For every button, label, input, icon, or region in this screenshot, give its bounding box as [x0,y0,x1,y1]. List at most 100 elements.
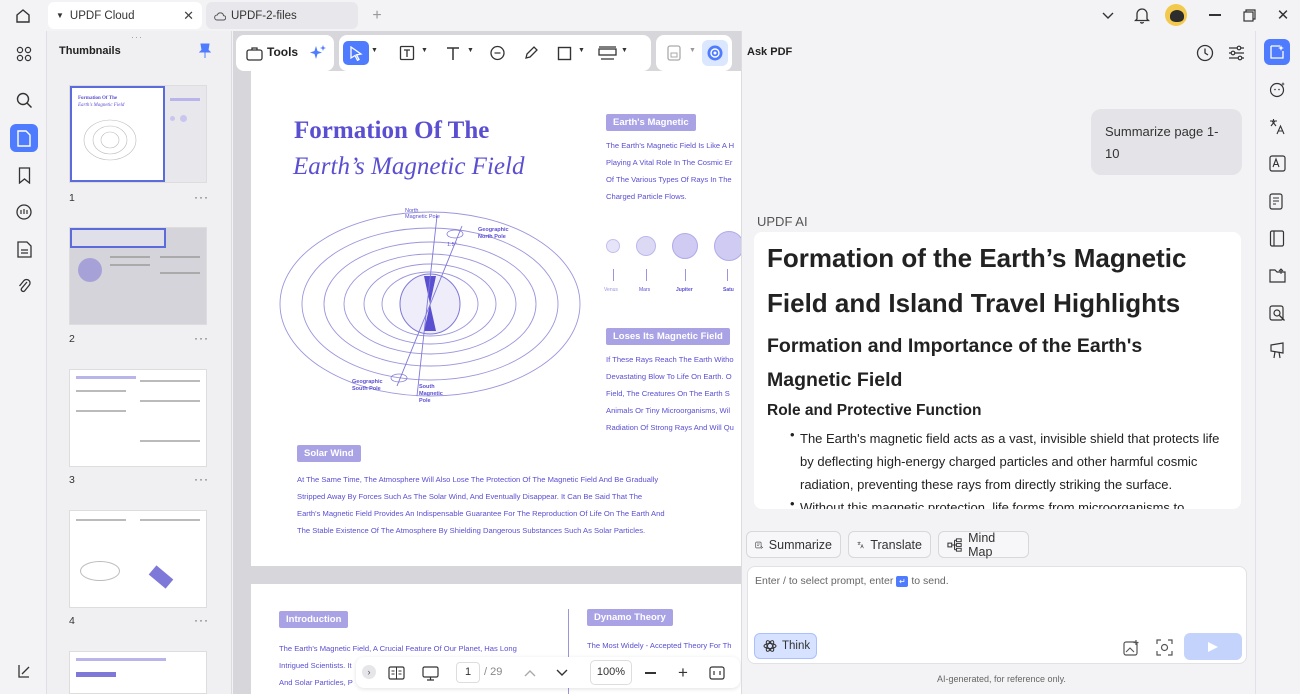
minimize-icon[interactable] [1206,6,1224,24]
translate-icon[interactable] [1264,113,1290,139]
chevron-down-icon[interactable]: ▼ [421,47,428,54]
chevron-down-icon[interactable]: ▼ [578,47,585,54]
book-icon[interactable] [1264,225,1290,251]
thumbnail-page-2[interactable] [69,227,207,325]
page-subtitle: Earth’s Magnetic Field [293,153,525,180]
prompt-input[interactable]: Enter / to select prompt, enter ↵ to sen… [747,566,1247,664]
grid-icon[interactable] [13,43,35,65]
search-icon[interactable] [13,89,35,111]
attachment-icon[interactable] [13,275,35,297]
image-upload-icon[interactable] [1121,637,1141,657]
chevron-down-icon[interactable]: ▼ [621,47,628,54]
stamp-tool-icon[interactable] [596,43,618,63]
chevron-down-icon[interactable]: ▼ [467,47,474,54]
pen-tool-icon[interactable] [521,43,541,63]
thumbnail-page-5[interactable] [69,651,207,694]
drag-handle[interactable]: ··· [131,32,143,42]
dynamo-text: The Most Widely - Accepted Theory For Th [587,641,732,650]
input-placeholder: Enter / to select prompt, enter ↵ to sen… [755,575,949,587]
pin-icon[interactable] [197,43,213,59]
present-icon[interactable] [1264,337,1290,363]
thumbnails-icon[interactable] [10,124,38,152]
close-icon[interactable]: ✕ [183,8,194,24]
zoom-out-icon[interactable] [640,663,660,683]
planet-label: Venus [604,287,618,293]
fit-page-icon[interactable] [707,663,727,683]
avatar[interactable] [1165,4,1187,26]
chevron-down-icon[interactable]: ▼ [689,47,696,54]
presentation-icon[interactable] [420,663,440,683]
send-icon [1208,641,1218,652]
save-icon[interactable] [664,43,684,63]
restore-icon[interactable] [1240,6,1258,24]
ai-label: UPDF AI [757,214,808,229]
title-bar: ▼ UPDF Cloud ✕ UPDF-2-files + ✕ [0,0,1300,31]
thumbnail-page-1[interactable]: Formation Of The Earth's Magnetic Field [69,85,207,183]
thumbnail-page-4[interactable] [69,510,207,608]
earth-magnetic-text: The Earth's Magnetic Field Is Like A H P… [606,141,735,201]
chevron-down-icon[interactable]: ▼ [371,47,378,54]
ocr-icon[interactable] [1264,150,1290,176]
ask-pdf-icon[interactable] [1264,39,1290,65]
section-pill: Loses Its Magnetic Field [606,328,730,345]
chevron-down-icon[interactable] [552,663,572,683]
bullet-dot: • [790,496,795,509]
thumbnail-page-3[interactable] [69,369,207,467]
text-tool-icon[interactable] [443,43,463,63]
chevron-down-icon[interactable]: ▼ [56,11,64,20]
bookmark-icon[interactable] [13,164,35,186]
history-icon[interactable] [1194,42,1216,64]
panel-title: Ask PDF [747,46,793,58]
layers-icon[interactable] [13,660,35,682]
think-button[interactable]: Think [754,633,817,659]
screenshot-icon[interactable] [1154,637,1174,657]
more-icon[interactable]: ··· [194,613,209,627]
send-button[interactable] [1184,633,1242,660]
comment-icon[interactable] [13,201,35,223]
summarize-icon [755,541,763,549]
close-icon[interactable]: ✕ [1274,6,1292,24]
zoom-in-icon[interactable]: + [673,663,693,683]
page-input[interactable]: 1 [456,662,480,683]
home-icon[interactable] [12,5,34,27]
ai-sparkle-icon[interactable] [308,43,328,63]
section-pill: Solar Wind [297,445,361,462]
form-icon[interactable] [13,238,35,260]
textbox-tool-icon[interactable] [397,43,417,63]
translate-button[interactable]: Translate [848,531,931,558]
new-tab-icon[interactable]: + [368,7,386,25]
chevron-down-icon[interactable] [1098,6,1118,26]
toolbox-icon[interactable] [244,43,264,63]
annotation-group: ▼ ▼ ▼ ▼ ▼ [339,35,651,71]
zoom-input[interactable]: 100% [590,660,632,685]
cloud-icon [214,11,226,21]
response-bullet: Without this magnetic protection, life f… [800,500,1185,509]
tab-updf-2-files[interactable]: UPDF-2-files [206,2,358,29]
bell-icon[interactable] [1132,5,1152,25]
chevron-up-icon[interactable] [520,663,540,683]
page-number: 3 [69,474,75,486]
mind-map-button[interactable]: Mind Map [938,531,1029,559]
search-document-icon[interactable] [1264,300,1290,326]
settings-sliders-icon[interactable] [1225,42,1247,64]
summary-doc-icon[interactable] [1264,188,1290,214]
more-icon[interactable]: ··· [194,190,209,204]
response-bullet: The Earth's magnetic field acts as a vas… [800,431,1220,492]
more-icon[interactable]: ··· [194,331,209,345]
comment-tool-icon[interactable] [487,43,507,63]
shape-tool-icon[interactable] [554,43,574,63]
collapse-icon[interactable]: › [362,665,376,679]
response-heading-3: Role and Protective Function [767,402,982,419]
more-icon[interactable]: ··· [194,472,209,486]
tab-updf-cloud[interactable]: ▼ UPDF Cloud ✕ [48,2,202,29]
reading-mode-icon[interactable] [386,663,406,683]
translate-icon [857,541,864,548]
summarize-button[interactable]: Summarize [746,531,841,558]
planet-label: Mars [639,287,651,293]
chat-ai-icon[interactable] [1264,76,1290,102]
folder-export-icon[interactable] [1264,262,1290,288]
select-tool-icon[interactable] [343,41,369,65]
ai-assistant-icon[interactable] [702,40,728,66]
tools-button[interactable]: Tools [267,45,298,59]
page-number: 2 [69,333,75,345]
